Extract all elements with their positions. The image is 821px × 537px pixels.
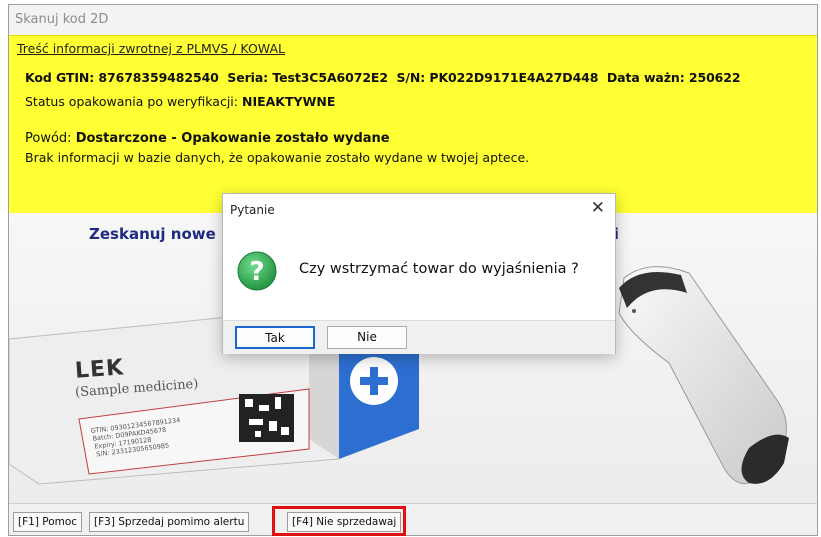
window-title: Skanuj kod 2D	[15, 12, 109, 27]
dialog-button-bar: Tak Nie	[223, 320, 615, 354]
gtin-value: 87678359482540	[98, 70, 219, 85]
seria-label: Seria:	[227, 70, 269, 85]
package-identifiers: Kod GTIN: 87678359482540 Seria: Test3C5A…	[25, 70, 741, 85]
do-not-sell-highlight	[272, 506, 406, 536]
expiry-value: 250622	[688, 70, 741, 85]
reason-detail: Brak informacji w bazie danych, że opako…	[25, 150, 530, 165]
sell-despite-alert-button[interactable]: [F3] Sprzedaj pomimo alertu	[89, 512, 250, 532]
svg-text:?: ?	[249, 257, 264, 287]
bottom-toolbar: [F1] Pomoc [F3] Sprzedaj pomimo alertu […	[9, 503, 817, 535]
title-bar: Skanuj kod 2D	[9, 5, 817, 35]
feedback-panel: Treść informacji zwrotnej z PLMVS / KOWA…	[9, 35, 817, 214]
package-status: Status opakowania po weryfikacji: NIEAKT…	[25, 94, 335, 109]
reason-value: Dostarczone - Opakowanie zostało wydane	[75, 131, 390, 146]
sn-label: S/N:	[396, 70, 426, 85]
no-button[interactable]: Nie	[327, 326, 407, 349]
question-icon: ?	[236, 250, 278, 296]
seria-value: Test3C5A6072E2	[272, 70, 388, 85]
reason-label: Powód:	[25, 131, 72, 146]
status-label: Status opakowania po weryfikacji:	[25, 94, 238, 109]
yes-button[interactable]: Tak	[235, 326, 315, 349]
scan-prompt: Zeskanuj nowe	[89, 225, 216, 243]
feedback-header: Treść informacji zwrotnej z PLMVS / KOWA…	[17, 41, 285, 56]
reason-row: Powód: Dostarczone - Opakowanie zostało …	[25, 131, 390, 146]
status-value: NIEAKTYWNE	[241, 94, 336, 109]
barcode-scanner-illustration	[609, 253, 809, 503]
gtin-label: Kod GTIN:	[25, 70, 95, 85]
dialog-message: Czy wstrzymać towar do wyjaśnienia ?	[299, 261, 579, 277]
help-button[interactable]: [F1] Pomoc	[13, 512, 83, 532]
question-dialog: Pytanie ✕ ? Czy wstrzymać towar do wyjaś…	[222, 193, 616, 354]
expiry-label: Data ważn:	[606, 70, 685, 85]
product-name: LEK	[74, 355, 125, 384]
sn-value: PK022D9171E4A27D448	[429, 70, 599, 85]
dialog-title: Pytanie	[230, 203, 275, 217]
close-icon[interactable]: ✕	[591, 198, 605, 218]
